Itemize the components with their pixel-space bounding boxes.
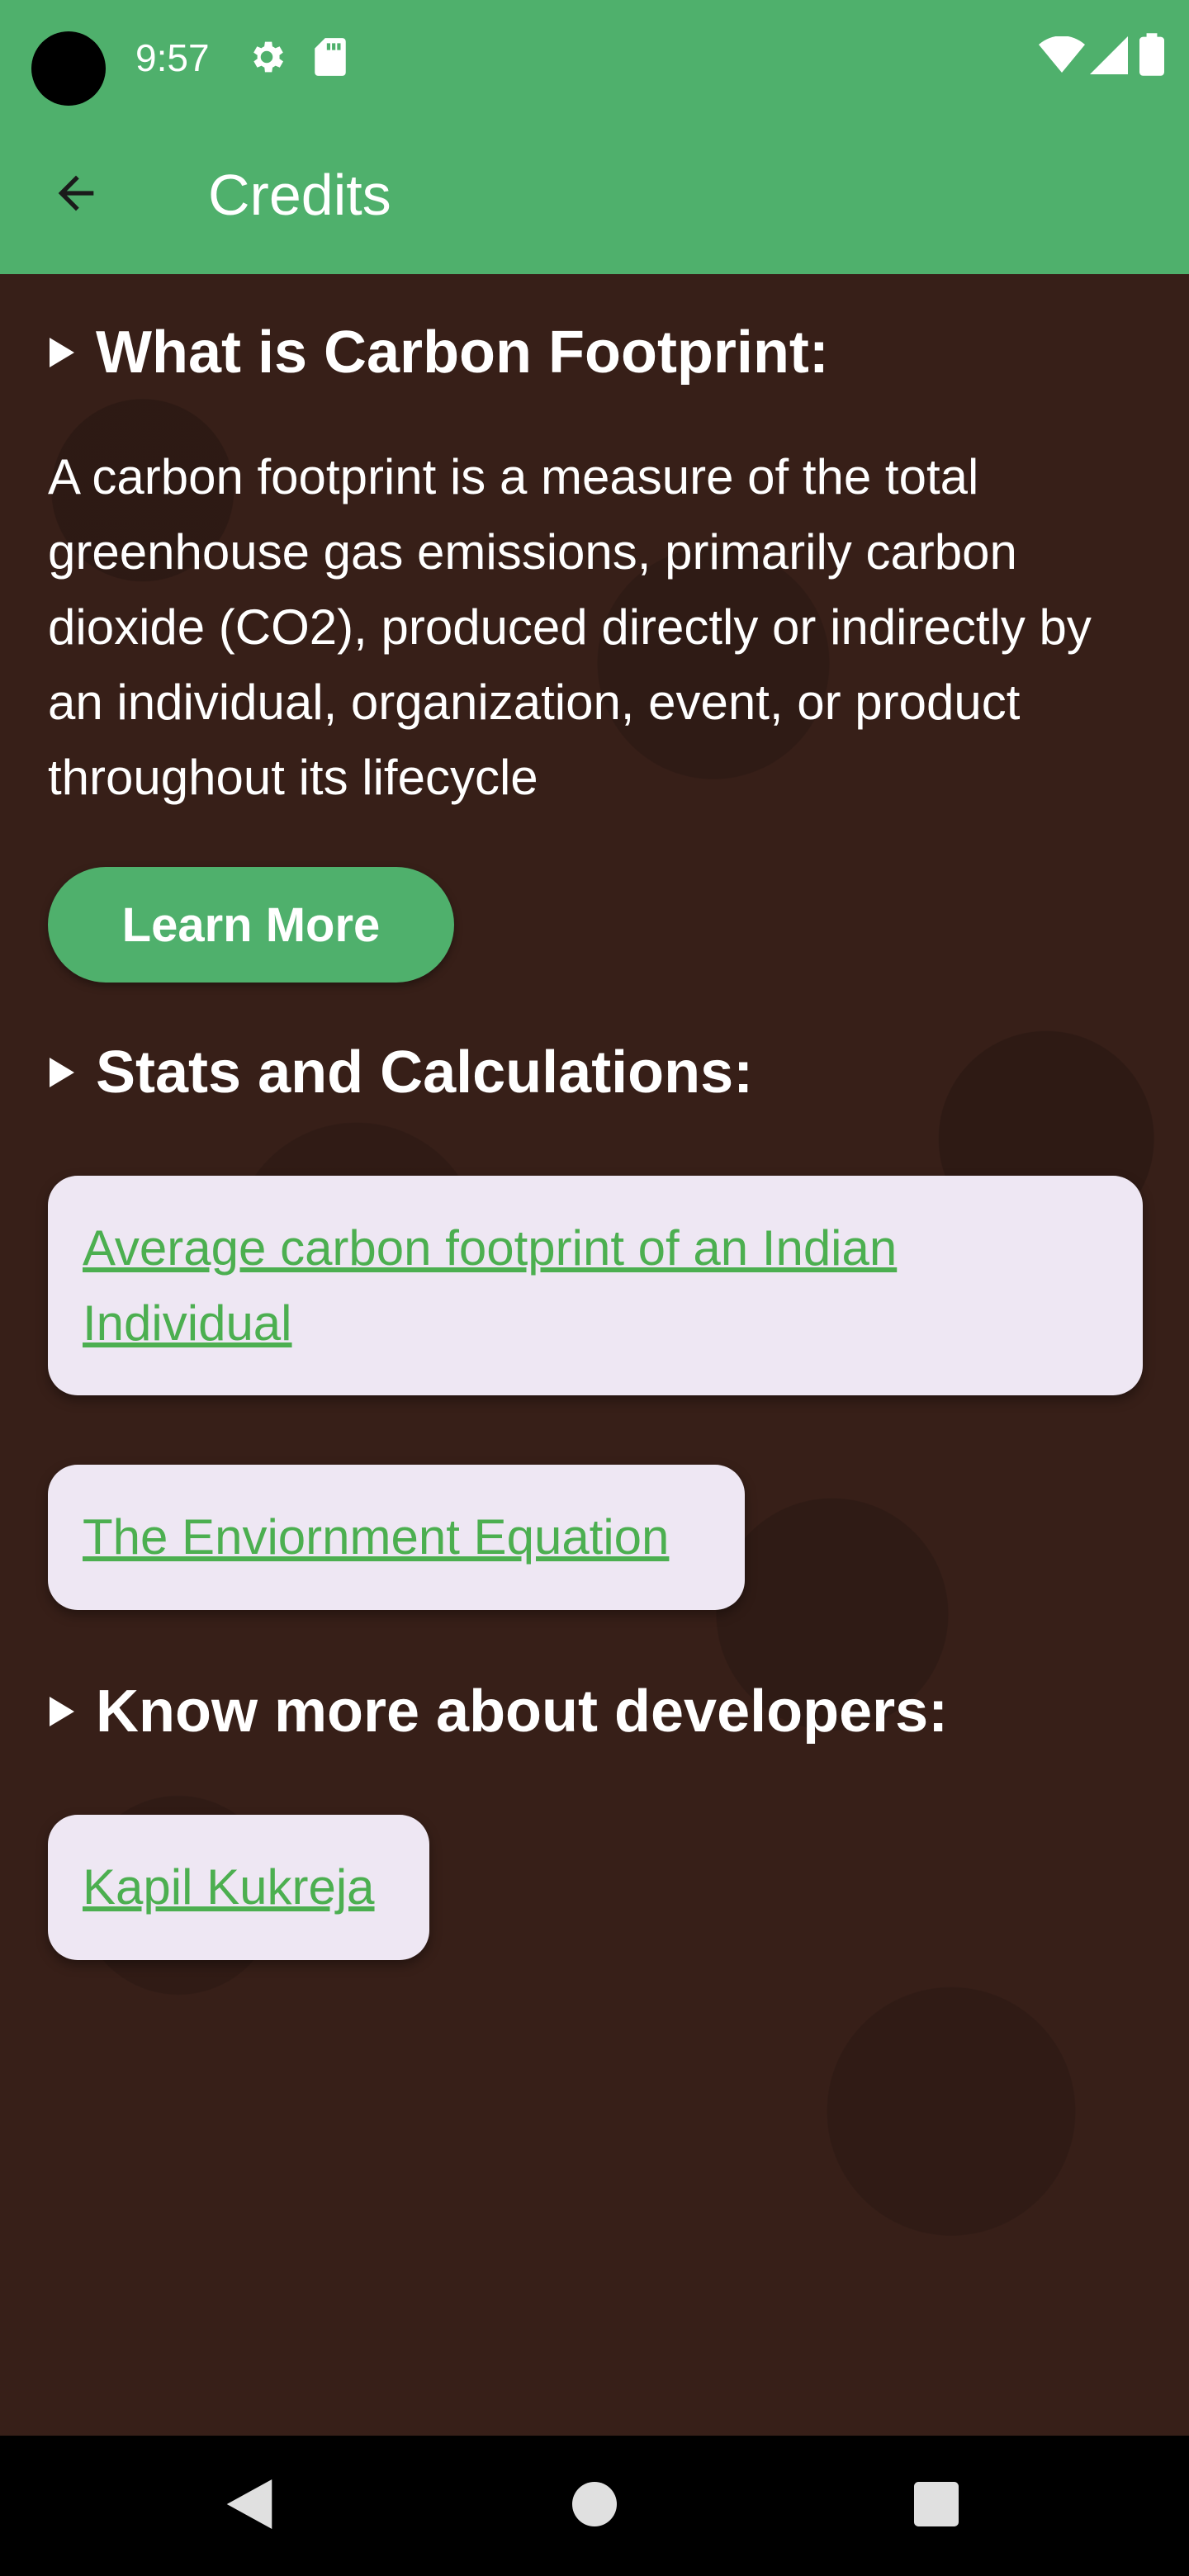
home-circle-icon	[572, 2481, 617, 2531]
nav-back-button[interactable]	[183, 2436, 315, 2576]
link-card-environment-equation[interactable]: The Enviornment Equation	[48, 1465, 745, 1610]
arrow-back-icon	[50, 167, 102, 224]
expand-triangle-icon	[50, 1697, 74, 1726]
navigation-bar	[0, 2436, 1189, 2576]
section-heading-text: Stats and Calculations:	[96, 1039, 754, 1106]
back-triangle-icon	[226, 2479, 272, 2533]
environment-equation-link[interactable]: The Enviornment Equation	[83, 1499, 710, 1574]
nav-home-button[interactable]	[528, 2436, 661, 2576]
expand-triangle-icon	[50, 1058, 74, 1087]
screen: 9:57 Credits What is Carbon Footprint: A…	[0, 0, 1189, 2576]
learn-more-button[interactable]: Learn More	[48, 867, 454, 983]
content-area: What is Carbon Footprint: A carbon footp…	[0, 274, 1189, 2436]
section-heading-text: What is Carbon Footprint:	[96, 320, 829, 386]
status-time: 9:57	[135, 36, 210, 79]
camera-cutout	[31, 31, 106, 106]
wifi-icon	[1039, 36, 1085, 77]
app-bar: Credits	[0, 116, 1189, 274]
nav-recents-button[interactable]	[870, 2436, 1002, 2576]
back-button[interactable]	[36, 155, 116, 234]
gear-icon	[246, 36, 287, 82]
status-bar: 9:57	[0, 0, 1189, 116]
link-card-average-footprint[interactable]: Average carbon footprint of an Indian In…	[48, 1176, 1143, 1395]
sd-card-icon	[312, 36, 348, 82]
page-title: Credits	[208, 163, 391, 227]
developer-link[interactable]: Kapil Kukreja	[83, 1849, 395, 1925]
battery-icon	[1139, 33, 1164, 80]
section-heading-stats: Stats and Calculations:	[50, 1035, 753, 1110]
average-footprint-link[interactable]: Average carbon footprint of an Indian In…	[83, 1210, 1108, 1361]
expand-triangle-icon	[50, 338, 74, 367]
section-heading-carbon-footprint: What is Carbon Footprint:	[50, 315, 829, 390]
recents-square-icon	[914, 2481, 959, 2531]
section-heading-developers: Know more about developers:	[50, 1674, 948, 1749]
section-heading-text: Know more about developers:	[96, 1679, 949, 1745]
signal-icon	[1090, 36, 1128, 78]
carbon-footprint-description: A carbon footprint is a measure of the t…	[48, 449, 1092, 805]
link-card-developer[interactable]: Kapil Kukreja	[48, 1815, 429, 1960]
